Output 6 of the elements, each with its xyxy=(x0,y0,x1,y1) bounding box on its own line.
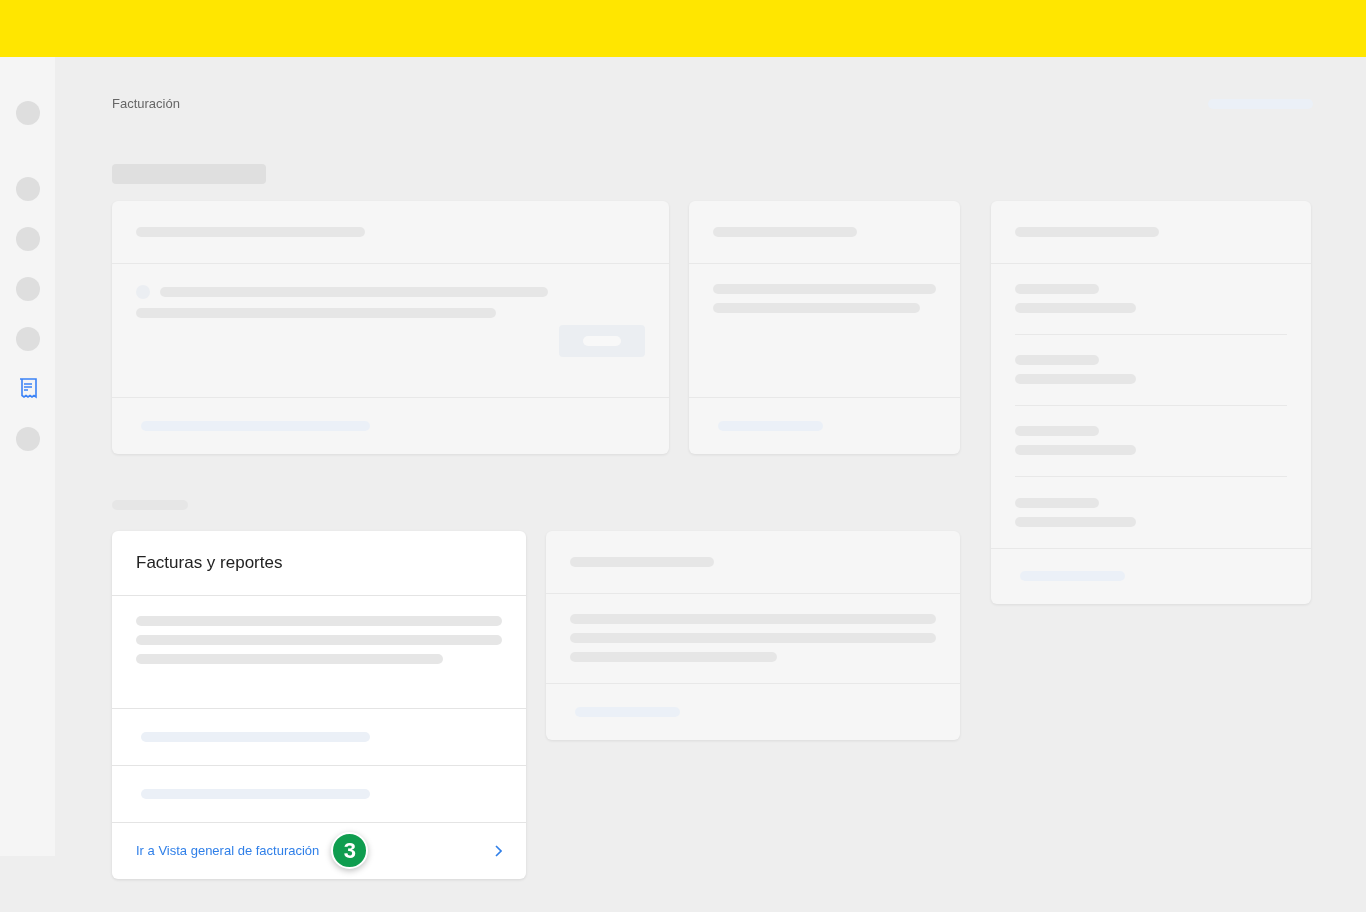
billing-overview-link[interactable]: Ir a Vista general de facturación xyxy=(136,840,320,861)
breadcrumb[interactable]: Facturación xyxy=(112,94,180,114)
receipt-icon xyxy=(18,378,37,400)
chevron-right-icon[interactable] xyxy=(494,844,502,857)
step-badge: 3 xyxy=(331,832,369,869)
card-title: Facturas y reportes xyxy=(136,551,283,574)
